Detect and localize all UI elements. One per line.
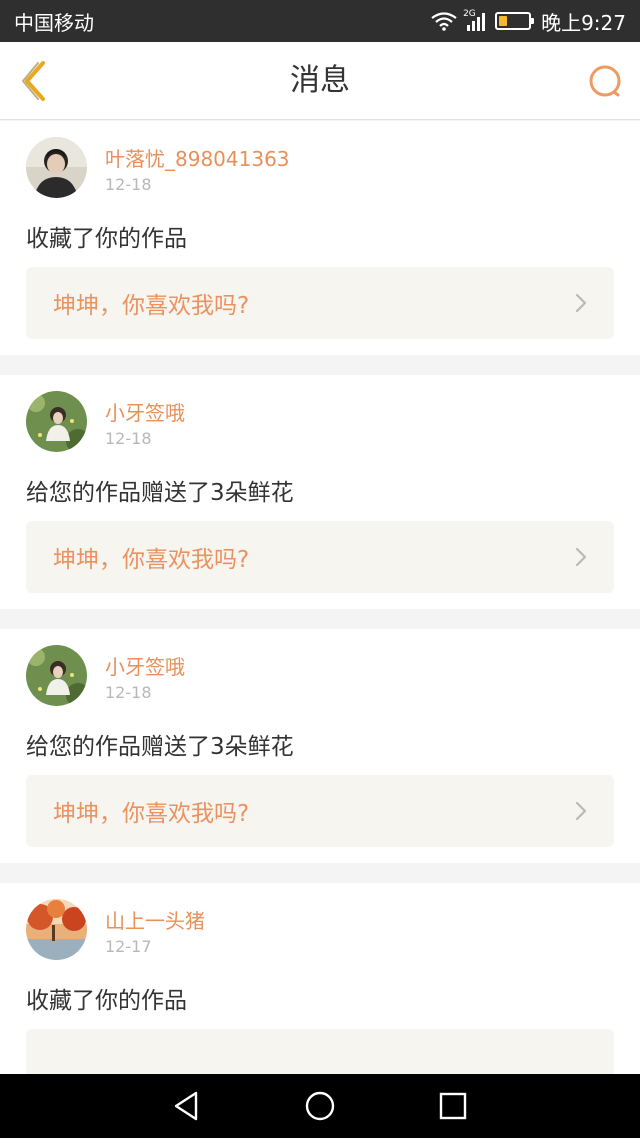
message-action: 收藏了你的作品 xyxy=(26,988,187,1014)
work-link[interactable]: 坤坤，你喜欢我吗? xyxy=(26,521,614,593)
search-icon xyxy=(589,65,621,97)
message-date: 12-17 xyxy=(105,937,152,956)
signal-icon: 2G xyxy=(463,9,486,31)
system-back-button[interactable] xyxy=(167,1086,207,1126)
user-name[interactable]: 叶落忧_898041363 xyxy=(105,143,290,172)
status-icons: 2G 晚上9:27 xyxy=(431,7,626,36)
wifi-icon xyxy=(431,12,457,31)
message-date: 12-18 xyxy=(105,683,152,702)
page-title: 消息 xyxy=(290,63,350,98)
search-button[interactable] xyxy=(586,62,626,102)
user-name[interactable]: 山上一头猪 xyxy=(105,905,205,934)
chevron-right-icon xyxy=(575,293,587,313)
chevron-right-icon xyxy=(575,547,587,567)
system-navigation-bar xyxy=(0,1074,640,1138)
message-date: 12-18 xyxy=(105,429,152,448)
chevron-right-icon xyxy=(575,801,587,821)
message-action: 给您的作品赠送了3朵鲜花 xyxy=(26,480,294,506)
system-home-button[interactable] xyxy=(300,1086,340,1126)
work-title: 坤坤，你喜欢我吗? xyxy=(53,801,250,827)
clock: 晚上9:27 xyxy=(541,10,626,35)
message-card: 山上一头猪 12-17 收藏了你的作品 xyxy=(0,883,640,1074)
message-list[interactable]: 叶落忧_898041363 12-18 收藏了你的作品 坤坤，你喜欢我吗? 小牙… xyxy=(0,121,640,1074)
message-card: 小牙签哦 12-18 给您的作品赠送了3朵鲜花 坤坤，你喜欢我吗? xyxy=(0,375,640,609)
work-link[interactable] xyxy=(26,1029,614,1074)
message-action: 给您的作品赠送了3朵鲜花 xyxy=(26,734,294,760)
network-type: 2G xyxy=(463,9,476,19)
message-date: 12-18 xyxy=(105,175,152,194)
header-bar: 消息 xyxy=(0,42,640,120)
message-card: 叶落忧_898041363 12-18 收藏了你的作品 坤坤，你喜欢我吗? xyxy=(0,121,640,355)
square-recents-icon xyxy=(440,1092,467,1120)
avatar[interactable] xyxy=(26,899,87,960)
work-link[interactable]: 坤坤，你喜欢我吗? xyxy=(26,267,614,339)
avatar[interactable] xyxy=(26,645,87,706)
user-name[interactable]: 小牙签哦 xyxy=(105,651,185,680)
system-recents-button[interactable] xyxy=(433,1086,473,1126)
message-action: 收藏了你的作品 xyxy=(26,226,187,252)
battery-level xyxy=(499,16,508,26)
work-title: 坤坤，你喜欢我吗? xyxy=(53,293,250,319)
carrier-name: 中国移动 xyxy=(14,10,94,35)
work-link[interactable]: 坤坤，你喜欢我吗? xyxy=(26,775,614,847)
status-bar: 中国移动 2G 晚上9:27 xyxy=(0,0,640,42)
work-title: 坤坤，你喜欢我吗? xyxy=(53,547,250,573)
circle-home-icon xyxy=(305,1091,335,1121)
message-card: 小牙签哦 12-18 给您的作品赠送了3朵鲜花 坤坤，你喜欢我吗? xyxy=(0,629,640,863)
battery-icon xyxy=(495,12,535,30)
avatar[interactable] xyxy=(26,391,87,452)
user-name[interactable]: 小牙签哦 xyxy=(105,397,185,426)
triangle-back-icon xyxy=(174,1091,197,1121)
avatar[interactable] xyxy=(26,137,87,198)
